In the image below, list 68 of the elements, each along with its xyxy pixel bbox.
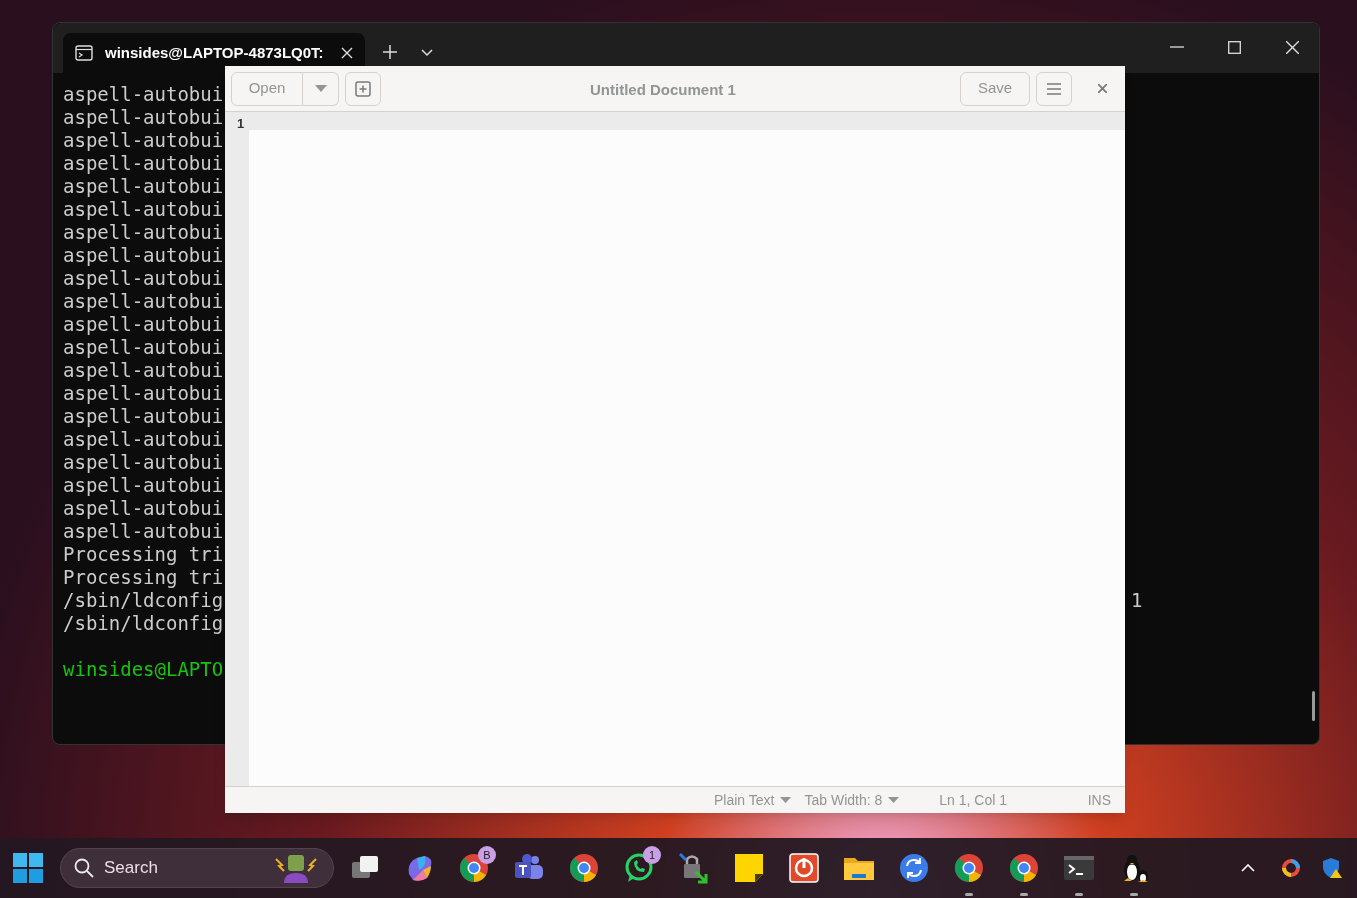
caret-icon xyxy=(780,797,792,803)
tab-width-dropdown[interactable]: Tab Width: 8 xyxy=(804,789,900,811)
phone-bubble-icon[interactable] xyxy=(623,852,655,884)
start-icon[interactable] xyxy=(13,853,43,883)
search-field[interactable]: Search xyxy=(60,848,334,888)
tab-title: winsides@LAPTOP-4873LQ0T: xyxy=(105,42,324,63)
document-title: Untitled Document 1 xyxy=(590,80,736,100)
terminal-text: /sbin/ldconfig xyxy=(63,589,224,611)
terminal-text: aspell-autobui xyxy=(63,313,224,335)
terminal-text: aspell-autobui xyxy=(63,405,224,427)
terminal-text: aspell-autobui xyxy=(63,129,224,151)
save-button[interactable]: Save xyxy=(960,71,1030,106)
notification-badge: 1 xyxy=(643,846,661,864)
new-tab-button[interactable] xyxy=(345,71,381,106)
chrome-icon[interactable] xyxy=(1008,852,1040,884)
terminal-text: aspell-autobui xyxy=(63,106,224,128)
terminal-text: aspell-autobui xyxy=(63,497,224,519)
dropdown-button[interactable] xyxy=(303,71,339,106)
language-dropdown[interactable]: Plain Text xyxy=(714,789,792,811)
chevron-up-icon[interactable] xyxy=(1241,864,1255,872)
chevron-down-icon[interactable] xyxy=(421,49,433,57)
notification-badge: B xyxy=(478,846,496,864)
search-placeholder: Search xyxy=(104,857,158,880)
cursor-position: Ln 1, Col 1 xyxy=(939,790,1007,810)
terminal-text: aspell-autobui xyxy=(63,83,224,105)
terminal-text: Processing tri xyxy=(63,566,224,588)
terminal-text: 1 xyxy=(1131,589,1143,612)
terminal-text: aspell-autobui xyxy=(63,359,224,381)
menu-icon xyxy=(1047,82,1061,95)
padlock-arrow-icon[interactable] xyxy=(678,852,710,884)
terminal-text: aspell-autobui xyxy=(63,244,224,266)
terminal-text: aspell-autobui xyxy=(63,382,224,404)
power-icon[interactable] xyxy=(788,852,820,884)
line-number: 1 xyxy=(237,115,246,133)
caret-icon xyxy=(888,797,900,803)
terminal-text: aspell-autobui xyxy=(63,221,224,243)
chrome-icon[interactable] xyxy=(568,852,600,884)
terminal-tab[interactable]: winsides@LAPTOP-4873LQ0T: xyxy=(63,33,365,73)
plus-square-icon xyxy=(355,80,371,97)
terminal-text: aspell-autobui xyxy=(63,198,224,220)
colorful-ring-icon[interactable] xyxy=(1281,858,1301,878)
prompt-text: winsides@LAPTO xyxy=(63,658,224,680)
terminal-text: aspell-autobui xyxy=(63,451,224,473)
chrome-icon[interactable] xyxy=(458,852,490,884)
open-button[interactable]: Open xyxy=(231,71,303,106)
search-icon xyxy=(74,858,94,878)
chrome-icon[interactable] xyxy=(953,852,985,884)
terminal-text: aspell-autobui xyxy=(63,175,224,197)
menu-button[interactable] xyxy=(1036,71,1072,106)
terminal-text: aspell-autobui xyxy=(63,267,224,289)
figure-icon xyxy=(272,853,320,883)
maximize-icon[interactable] xyxy=(1228,41,1241,54)
terminal-text: aspell-autobui xyxy=(63,474,224,496)
terminal-text: aspell-autobui xyxy=(63,520,224,542)
terminal-text: Processing tri xyxy=(63,543,224,565)
terminal-app-icon xyxy=(75,45,93,61)
terminal-text: /sbin/ldconfig xyxy=(63,612,224,634)
new-tab-icon[interactable] xyxy=(383,45,397,59)
sync-icon[interactable] xyxy=(898,852,930,884)
insert-mode: INS xyxy=(1087,790,1111,810)
caret-icon xyxy=(314,85,327,92)
shield-warning-icon[interactable] xyxy=(1321,857,1343,879)
terminal-text: aspell-autobui xyxy=(63,152,224,174)
terminal-text: aspell-autobui xyxy=(63,290,224,312)
terminal-text: aspell-autobui xyxy=(63,428,224,450)
sticky-note-icon[interactable] xyxy=(733,852,765,884)
scrollbar-thumb[interactable] xyxy=(1312,691,1315,721)
terminal-text: aspell-autobui xyxy=(63,336,224,358)
